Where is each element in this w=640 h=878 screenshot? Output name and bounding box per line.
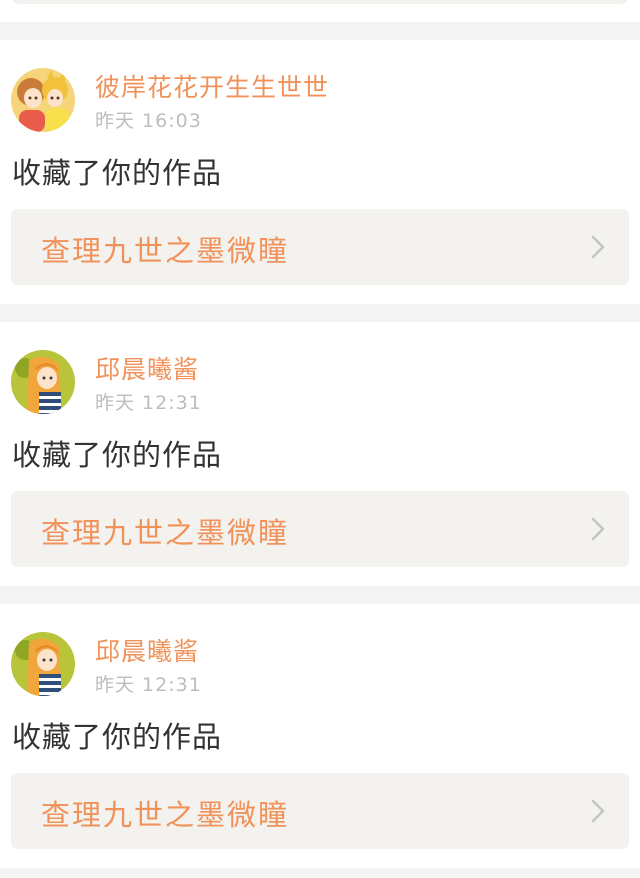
notification-action-text: 收藏了你的作品 (12, 720, 223, 754)
notification-feed: 彼岸花花开生生世世 昨天 16:03 收藏了你的作品 查理九世之墨微瞳 邱晨曦酱… (0, 0, 640, 878)
previous-notification-card-partial (0, 0, 640, 22)
username[interactable]: 彼岸花花开生生世世 (95, 68, 329, 104)
chevron-right-icon (591, 517, 605, 541)
work-title: 查理九世之墨微瞳 (41, 516, 290, 550)
notification-action-text: 收藏了你的作品 (12, 438, 223, 472)
notification-card: 邱晨曦酱 昨天 12:31 收藏了你的作品 查理九世之墨微瞳 (0, 322, 640, 586)
feed-bottom-gap (0, 868, 640, 878)
avatar-anime-girls-icon[interactable] (11, 68, 75, 132)
chevron-right-icon (591, 235, 605, 259)
username[interactable]: 邱晨曦酱 (95, 350, 199, 386)
notification-action-text: 收藏了你的作品 (12, 156, 223, 190)
work-title: 查理九世之墨微瞳 (41, 798, 290, 832)
work-link[interactable]: 查理九世之墨微瞳 (11, 491, 629, 567)
work-link[interactable]: 查理九世之墨微瞳 (11, 773, 629, 849)
notification-card: 彼岸花花开生生世世 昨天 16:03 收藏了你的作品 查理九世之墨微瞳 (0, 40, 640, 304)
username[interactable]: 邱晨曦酱 (95, 632, 199, 668)
work-title: 查理九世之墨微瞳 (41, 234, 290, 268)
chevron-right-icon (591, 799, 605, 823)
work-link[interactable]: 查理九世之墨微瞳 (11, 209, 629, 285)
avatar-anime-girl-icon[interactable] (11, 350, 75, 414)
notification-card: 邱晨曦酱 昨天 12:31 收藏了你的作品 查理九世之墨微瞳 (0, 604, 640, 868)
avatar-anime-girl-icon[interactable] (11, 632, 75, 696)
timestamp: 昨天 12:31 (95, 674, 202, 696)
timestamp: 昨天 12:31 (95, 392, 202, 414)
previous-work-link-partial[interactable] (12, 0, 628, 4)
timestamp: 昨天 16:03 (95, 110, 202, 132)
